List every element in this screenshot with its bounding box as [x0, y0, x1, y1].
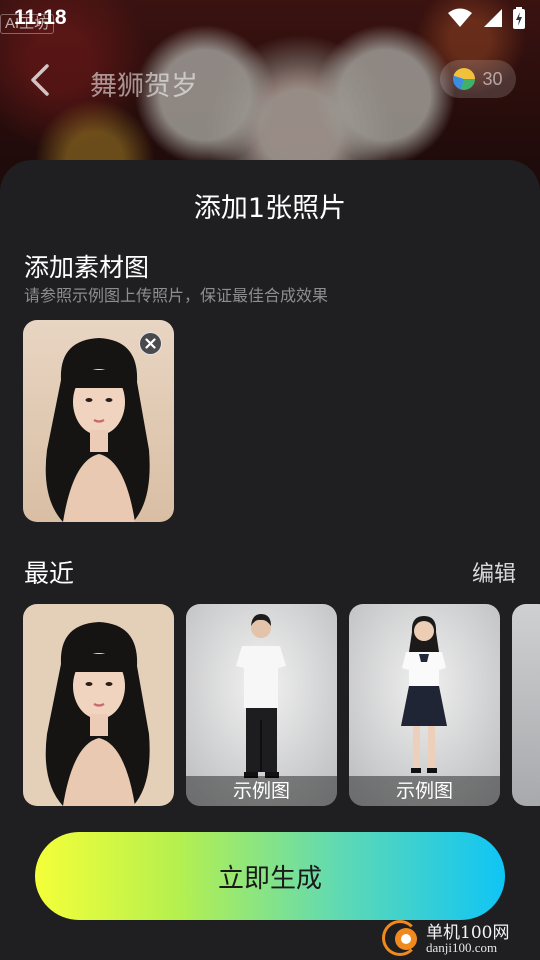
- portrait-image: [23, 604, 174, 806]
- add-photo-sheet: 添加1张照片 添加素材图 请参照示例图上传照片，保证最佳合成效果 最近 编辑 示…: [0, 160, 540, 960]
- nav-bar: 舞狮贺岁 30: [0, 52, 540, 108]
- site-watermark: 单机100网 danji100.com: [382, 914, 532, 960]
- coin-icon: [453, 68, 476, 90]
- page-title: 舞狮贺岁: [90, 71, 198, 102]
- signal-icon: [484, 9, 502, 27]
- material-section-hint: 请参照示例图上传照片，保证最佳合成效果: [24, 286, 329, 305]
- example-caption: 示例图: [186, 776, 337, 806]
- status-bar: 11:18: [0, 0, 540, 36]
- close-icon: [145, 338, 156, 349]
- back-button[interactable]: [20, 60, 60, 100]
- edit-button[interactable]: 编辑: [472, 556, 516, 588]
- recent-photo-item-partial[interactable]: [512, 604, 540, 806]
- recent-photo-list: 示例图 示例图: [23, 604, 540, 806]
- app-watermark-tag: AI工坊: [0, 14, 55, 34]
- wifi-icon: [448, 8, 472, 27]
- sheet-title: 添加1张照片: [193, 193, 347, 224]
- recent-photo-item[interactable]: [23, 604, 174, 806]
- remove-photo-button[interactable]: [139, 332, 162, 355]
- example-caption: 示例图: [349, 776, 500, 806]
- chevron-left-icon: [31, 64, 49, 96]
- coin-balance-badge[interactable]: 30: [440, 60, 516, 98]
- battery-icon: [513, 7, 525, 29]
- recent-section-title: 最近: [24, 559, 75, 588]
- generate-button-label: 立即生成: [217, 863, 322, 894]
- recent-photo-item[interactable]: 示例图: [349, 604, 500, 806]
- material-section-title: 添加素材图: [24, 253, 150, 282]
- recent-photo-item[interactable]: 示例图: [186, 604, 337, 806]
- generate-button[interactable]: 立即生成: [35, 832, 505, 920]
- brand-url: danji100.com: [426, 940, 498, 955]
- coin-count: 30: [482, 68, 503, 89]
- selected-photo[interactable]: [23, 320, 174, 522]
